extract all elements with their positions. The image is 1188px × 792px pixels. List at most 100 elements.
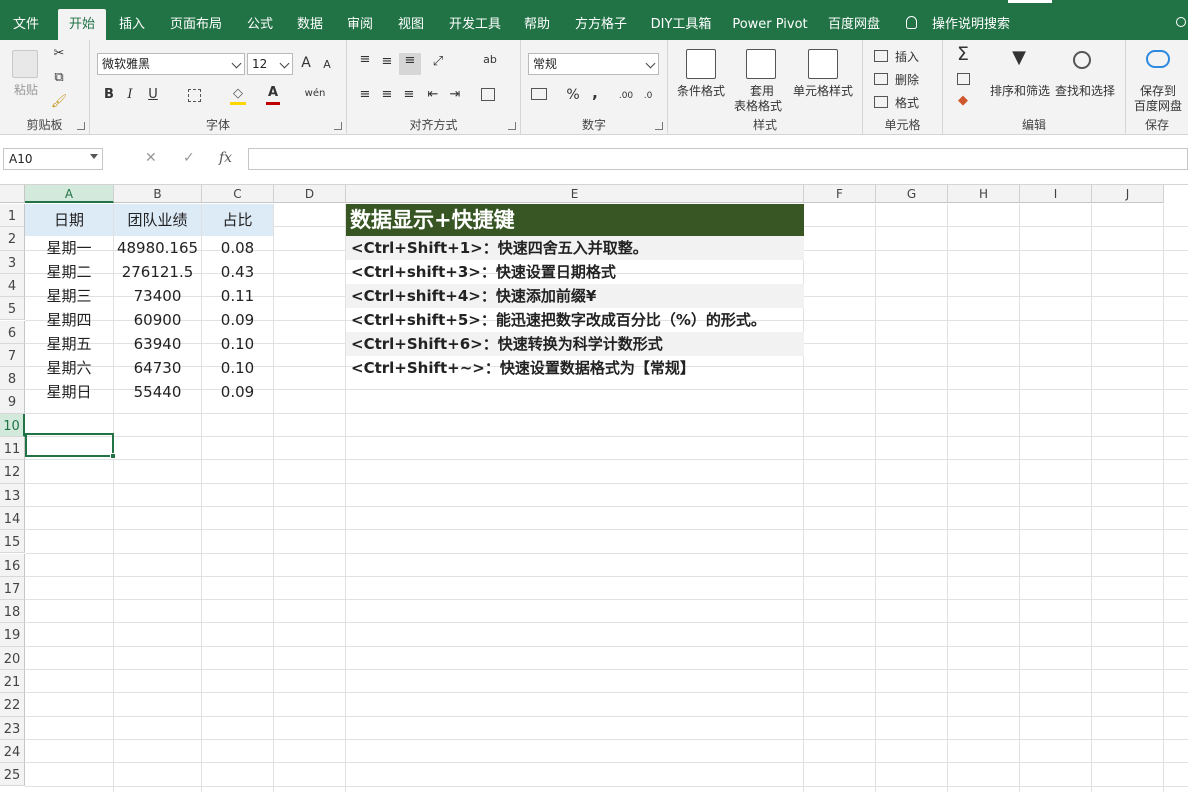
font-color-button[interactable]: A — [266, 85, 280, 101]
format-as-table-icon[interactable] — [746, 49, 776, 79]
row-header-12[interactable]: 12 — [0, 460, 25, 484]
autosum-button[interactable]: Σ — [953, 45, 973, 64]
align-middle-icon[interactable]: ≡ — [379, 54, 395, 70]
row-header-1[interactable]: 1 — [0, 204, 25, 228]
table-cell[interactable]: 63940 — [114, 332, 201, 356]
table-cell[interactable]: 星期二 — [25, 260, 113, 284]
row-header-6[interactable]: 6 — [0, 320, 25, 344]
row-header-17[interactable]: 17 — [0, 576, 25, 601]
row-header-8[interactable]: 8 — [0, 367, 25, 391]
fill-icon[interactable] — [957, 73, 970, 85]
currency-format-icon[interactable] — [531, 88, 547, 100]
row-header-25[interactable]: 25 — [0, 763, 25, 787]
shortcuts-title[interactable]: 数据显示+快捷键 — [346, 204, 804, 236]
cut-icon[interactable]: ✂ — [50, 46, 68, 62]
table-cell[interactable]: 0.10 — [202, 332, 273, 356]
tab-insert[interactable]: 插入 — [110, 9, 154, 40]
column-header-b[interactable]: B — [114, 185, 202, 203]
table-header-cell[interactable]: 团队业绩 — [114, 204, 201, 236]
font-name-select[interactable]: 微软雅黑 — [97, 53, 245, 75]
shortcut-item[interactable]: <Ctrl+shift+3>：快速设置日期格式 — [346, 260, 804, 284]
insert-cells-button[interactable]: 插入 — [893, 48, 921, 65]
table-header-cell[interactable]: 占比 — [202, 204, 273, 236]
table-cell[interactable]: 64730 — [114, 356, 201, 380]
decrease-indent-icon[interactable]: ⇤ — [425, 87, 441, 103]
table-cell[interactable]: 0.10 — [202, 356, 273, 380]
find-select-icon[interactable] — [1073, 51, 1091, 69]
enter-icon[interactable]: ✓ — [183, 150, 195, 166]
format-as-table-label-2[interactable]: 表格格式 — [728, 97, 788, 114]
table-cell[interactable]: 星期日 — [25, 380, 113, 404]
font-launcher-icon[interactable] — [334, 122, 342, 130]
table-cell[interactable]: 星期一 — [25, 236, 113, 260]
cell-styles-icon[interactable] — [808, 49, 838, 79]
shortcut-item[interactable]: <Ctrl+Shift+~>：快速设置数据格式为【常规】 — [346, 356, 804, 380]
sort-filter-icon[interactable]: ▼ — [1005, 49, 1033, 67]
shortcut-item[interactable]: <Ctrl+Shift+6>：快速转换为科学计数形式 — [346, 332, 804, 356]
row-header-7[interactable]: 7 — [0, 343, 25, 368]
column-header-j[interactable]: J — [1092, 185, 1164, 203]
tab-help[interactable]: 帮助 — [515, 9, 559, 40]
tab-developer[interactable]: 开发工具 — [440, 9, 510, 40]
grow-font-button[interactable]: A — [298, 55, 314, 71]
tell-me-search[interactable]: 操作说明搜索 — [928, 9, 1014, 40]
comma-style-button[interactable]: , — [589, 85, 601, 101]
table-cell[interactable]: 星期三 — [25, 284, 113, 308]
shrink-font-button[interactable]: A — [320, 57, 334, 73]
wrap-text-button[interactable]: ab — [481, 52, 499, 68]
table-cell[interactable]: 0.11 — [202, 284, 273, 308]
bold-button[interactable]: B — [102, 87, 116, 103]
fill-handle[interactable] — [110, 453, 116, 459]
save-to-cloud-line2[interactable]: 百度网盘 — [1130, 97, 1186, 114]
insert-function-button[interactable]: fx — [219, 150, 232, 166]
column-header-d[interactable]: D — [274, 185, 346, 203]
row-header-2[interactable]: 2 — [0, 227, 25, 251]
row-header-14[interactable]: 14 — [0, 506, 25, 531]
baidu-cloud-icon[interactable] — [1146, 50, 1170, 68]
column-header-g[interactable]: G — [876, 185, 948, 203]
clear-icon[interactable]: ◆ — [955, 93, 971, 109]
merge-center-icon[interactable] — [481, 88, 495, 101]
account-icon[interactable] — [1176, 17, 1186, 27]
alignment-launcher-icon[interactable] — [508, 122, 516, 130]
percent-style-button[interactable]: % — [565, 87, 581, 103]
decrease-decimal-icon[interactable]: .0 — [639, 88, 657, 104]
row-header-9[interactable]: 9 — [0, 390, 25, 414]
shortcut-item[interactable]: <Ctrl+shift+5>：能迅速把数字改成百分比（%）的形式。 — [346, 308, 804, 332]
column-header-a[interactable]: A — [25, 185, 114, 203]
row-header-10[interactable]: 10 — [0, 413, 25, 437]
table-header-cell[interactable]: 日期 — [25, 204, 113, 236]
table-cell[interactable]: 55440 — [114, 380, 201, 404]
row-header-16[interactable]: 16 — [0, 553, 25, 577]
row-header-20[interactable]: 20 — [0, 646, 25, 670]
column-header-c[interactable]: C — [202, 185, 274, 203]
row-header-23[interactable]: 23 — [0, 716, 25, 740]
column-header-f[interactable]: F — [804, 185, 876, 203]
copy-icon[interactable]: ⧉ — [50, 70, 68, 86]
tab-ffgz[interactable]: 方方格子 — [566, 9, 636, 40]
table-cell[interactable]: 星期五 — [25, 332, 113, 356]
conditional-formatting-button[interactable]: 条件格式 — [674, 82, 728, 99]
row-header-22[interactable]: 22 — [0, 693, 25, 717]
insert-cells-icon[interactable] — [874, 50, 888, 62]
formula-input[interactable] — [248, 148, 1188, 170]
paste-icon[interactable] — [12, 50, 38, 78]
find-select-button[interactable]: 查找和选择 — [1053, 82, 1117, 99]
format-painter-icon[interactable]: 🖌 — [50, 94, 68, 110]
font-size-select[interactable]: 12 — [247, 53, 293, 75]
align-center-icon[interactable]: ≡ — [379, 87, 395, 103]
table-cell[interactable]: 73400 — [114, 284, 201, 308]
column-header-h[interactable]: H — [948, 185, 1020, 203]
tab-page-layout[interactable]: 页面布局 — [162, 9, 230, 40]
cell-styles-button[interactable]: 单元格样式 — [790, 82, 856, 99]
worksheet-grid[interactable]: ABCDEFGHIJ 1 2 3 4 5 6 7 8 9 10 11 12 13 14 15 16 17 18 19… — [0, 185, 1188, 792]
row-header-13[interactable]: 13 — [0, 483, 25, 507]
row-header-19[interactable]: 19 — [0, 623, 25, 647]
format-cells-icon[interactable] — [874, 96, 888, 108]
underline-button[interactable]: U — [146, 87, 160, 103]
row-header-5[interactable]: 5 — [0, 297, 25, 321]
active-cell-selection[interactable] — [25, 433, 116, 459]
increase-decimal-icon[interactable]: .00 — [617, 88, 635, 104]
table-cell[interactable]: 0.09 — [202, 380, 273, 404]
table-cell[interactable]: 0.08 — [202, 236, 273, 260]
